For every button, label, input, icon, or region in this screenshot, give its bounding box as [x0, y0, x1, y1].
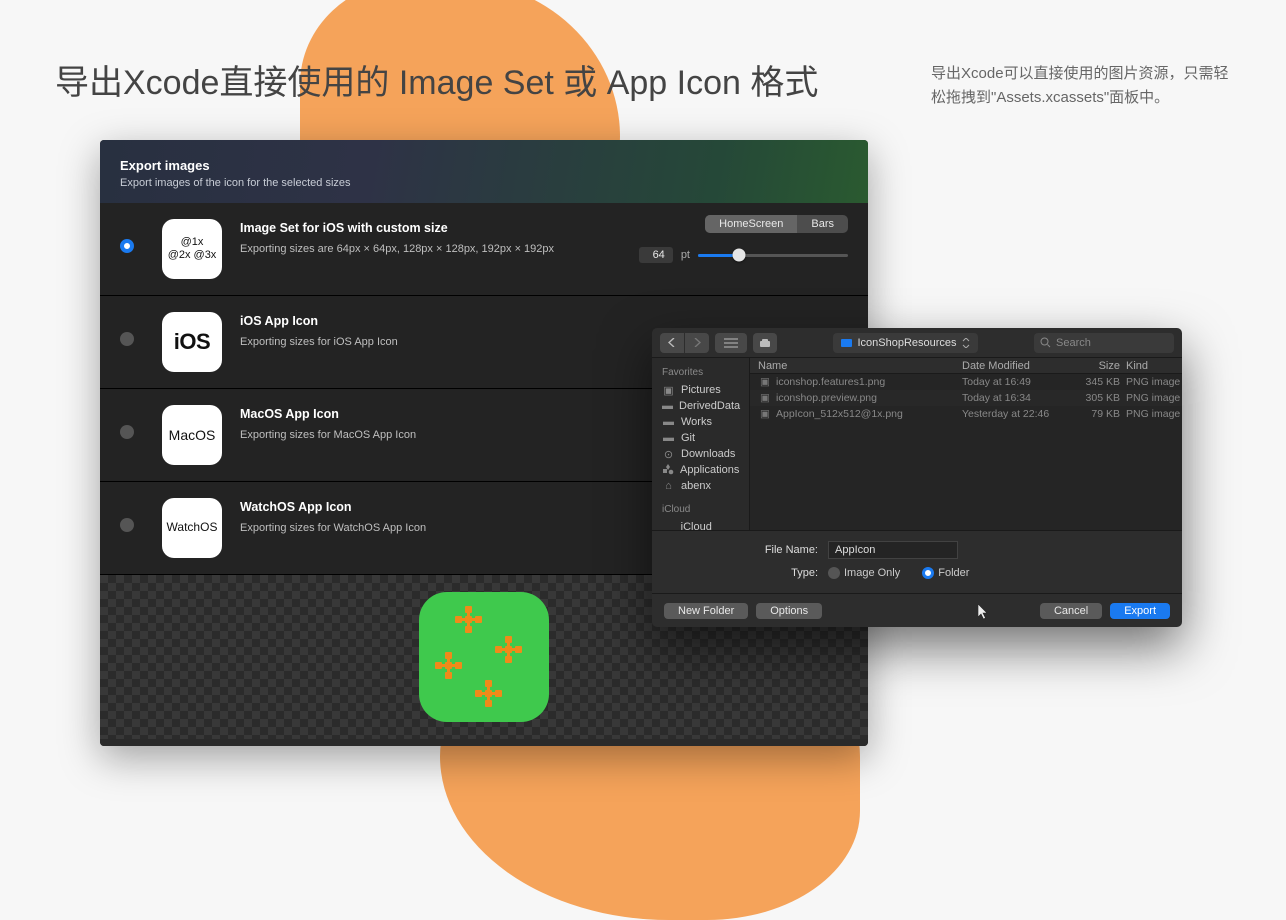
folder-icon: ▬	[662, 417, 675, 428]
save-dialog-footer: New Folder Options Cancel Export	[652, 593, 1182, 627]
file-row[interactable]: ▣ AppIcon_512x512@1x.png Yesterday at 22…	[750, 406, 1182, 422]
folder-icon: ▬	[662, 401, 673, 412]
sidebar-item-icloud[interactable]: ☁iCloud Drive	[652, 519, 749, 530]
col-kind[interactable]: Kind	[1126, 360, 1182, 372]
image-icon: ▣	[758, 408, 772, 420]
thumb-ios: iOS	[162, 312, 222, 372]
export-header: Export images Export images of the icon …	[100, 140, 868, 203]
save-sidebar: Favorites ▣Pictures ▬DerivedData ▬Works …	[652, 358, 750, 530]
sidebar-item-deriveddata[interactable]: ▬DerivedData	[652, 398, 749, 414]
save-dialog: IconShopResources Search Favorites ▣Pict…	[652, 328, 1182, 627]
segment-control[interactable]: HomeScreen Bars	[705, 215, 848, 233]
slider-track[interactable]	[698, 254, 848, 257]
option-title: iOS App Icon	[240, 314, 848, 328]
folder-icon: ▬	[662, 433, 675, 444]
sidebar-item-git[interactable]: ▬Git	[652, 430, 749, 446]
thumb-imageset: @1x @2x @3x	[162, 219, 222, 279]
segment-bars[interactable]: Bars	[797, 215, 848, 233]
save-toolbar: IconShopResources Search	[652, 328, 1182, 358]
page-title: 导出Xcode直接使用的 Image Set 或 App Icon 格式	[55, 55, 818, 104]
search-placeholder: Search	[1056, 337, 1091, 349]
file-row[interactable]: ▣ iconshop.preview.png Today at 16:34 30…	[750, 390, 1182, 406]
slider-unit: pt	[681, 249, 690, 261]
thumb-macos: MacOS	[162, 405, 222, 465]
folder-icon	[841, 339, 852, 347]
sidebar-item-home[interactable]: ⌂abenx	[652, 478, 749, 494]
view-icon-button[interactable]	[753, 333, 777, 353]
home-icon: ⌂	[662, 481, 675, 492]
file-row[interactable]: ▣ iconshop.features1.png Today at 16:49 …	[750, 374, 1182, 390]
image-icon: ▣	[758, 376, 772, 388]
radio-watchos[interactable]	[120, 518, 134, 532]
location-label: IconShopResources	[857, 337, 956, 349]
location-dropdown[interactable]: IconShopResources	[833, 333, 977, 353]
file-list: Name Date Modified Size Kind ▣ iconshop.…	[750, 358, 1182, 530]
search-input[interactable]: Search	[1034, 333, 1174, 353]
export-footer: Cancel Export	[100, 739, 868, 746]
type-label: Type:	[668, 567, 818, 579]
export-header-subtitle: Export images of the icon for the select…	[120, 177, 848, 189]
col-size[interactable]: Size	[1068, 360, 1126, 372]
export-header-title: Export images	[120, 158, 848, 173]
app-icon-preview	[419, 592, 549, 722]
sidebar-item-works[interactable]: ▬Works	[652, 414, 749, 430]
page-description: 导出Xcode可以直接使用的图片资源，只需轻松拖拽到"Assets.xcasse…	[931, 62, 1231, 110]
segment-homescreen[interactable]: HomeScreen	[705, 215, 797, 233]
size-slider[interactable]: 64 pt	[639, 247, 848, 263]
dialog-export-button[interactable]: Export	[1110, 603, 1170, 619]
sidebar-item-downloads[interactable]: ⊙Downloads	[652, 446, 749, 462]
sidebar-item-pictures[interactable]: ▣Pictures	[652, 382, 749, 398]
type-image-only[interactable]: Image Only	[828, 567, 900, 579]
file-list-header: Name Date Modified Size Kind	[750, 358, 1182, 374]
apps-icon	[662, 465, 674, 476]
radio-ios[interactable]	[120, 332, 134, 346]
cursor-icon	[978, 604, 990, 620]
col-name[interactable]: Name	[750, 360, 962, 372]
radio-imageset[interactable]	[120, 239, 134, 253]
type-folder[interactable]: Folder	[922, 567, 969, 579]
slider-value: 64	[639, 247, 673, 263]
nav-back-button[interactable]	[660, 333, 684, 353]
radio-macos[interactable]	[120, 425, 134, 439]
save-fields: File Name: Type: Image Only Folder	[652, 530, 1182, 593]
nav-forward-button[interactable]	[685, 333, 709, 353]
download-icon: ⊙	[662, 449, 675, 460]
sidebar-section-favorites: Favorites	[652, 363, 749, 382]
sidebar-section-icloud: iCloud	[652, 500, 749, 519]
slider-knob[interactable]	[732, 249, 745, 262]
folder-icon: ▣	[662, 385, 675, 396]
col-date[interactable]: Date Modified	[962, 360, 1068, 372]
options-button[interactable]: Options	[756, 603, 822, 619]
dialog-cancel-button[interactable]: Cancel	[1040, 603, 1102, 619]
image-icon: ▣	[758, 392, 772, 404]
view-list-button[interactable]	[715, 333, 747, 353]
filename-input[interactable]	[828, 541, 958, 559]
new-folder-button[interactable]: New Folder	[664, 603, 748, 619]
thumb-watchos: WatchOS	[162, 498, 222, 558]
export-option-imageset[interactable]: @1x @2x @3x Image Set for iOS with custo…	[100, 203, 868, 296]
search-icon	[1040, 337, 1051, 348]
filename-label: File Name:	[668, 544, 818, 556]
sidebar-item-applications[interactable]: Applications	[652, 462, 749, 478]
